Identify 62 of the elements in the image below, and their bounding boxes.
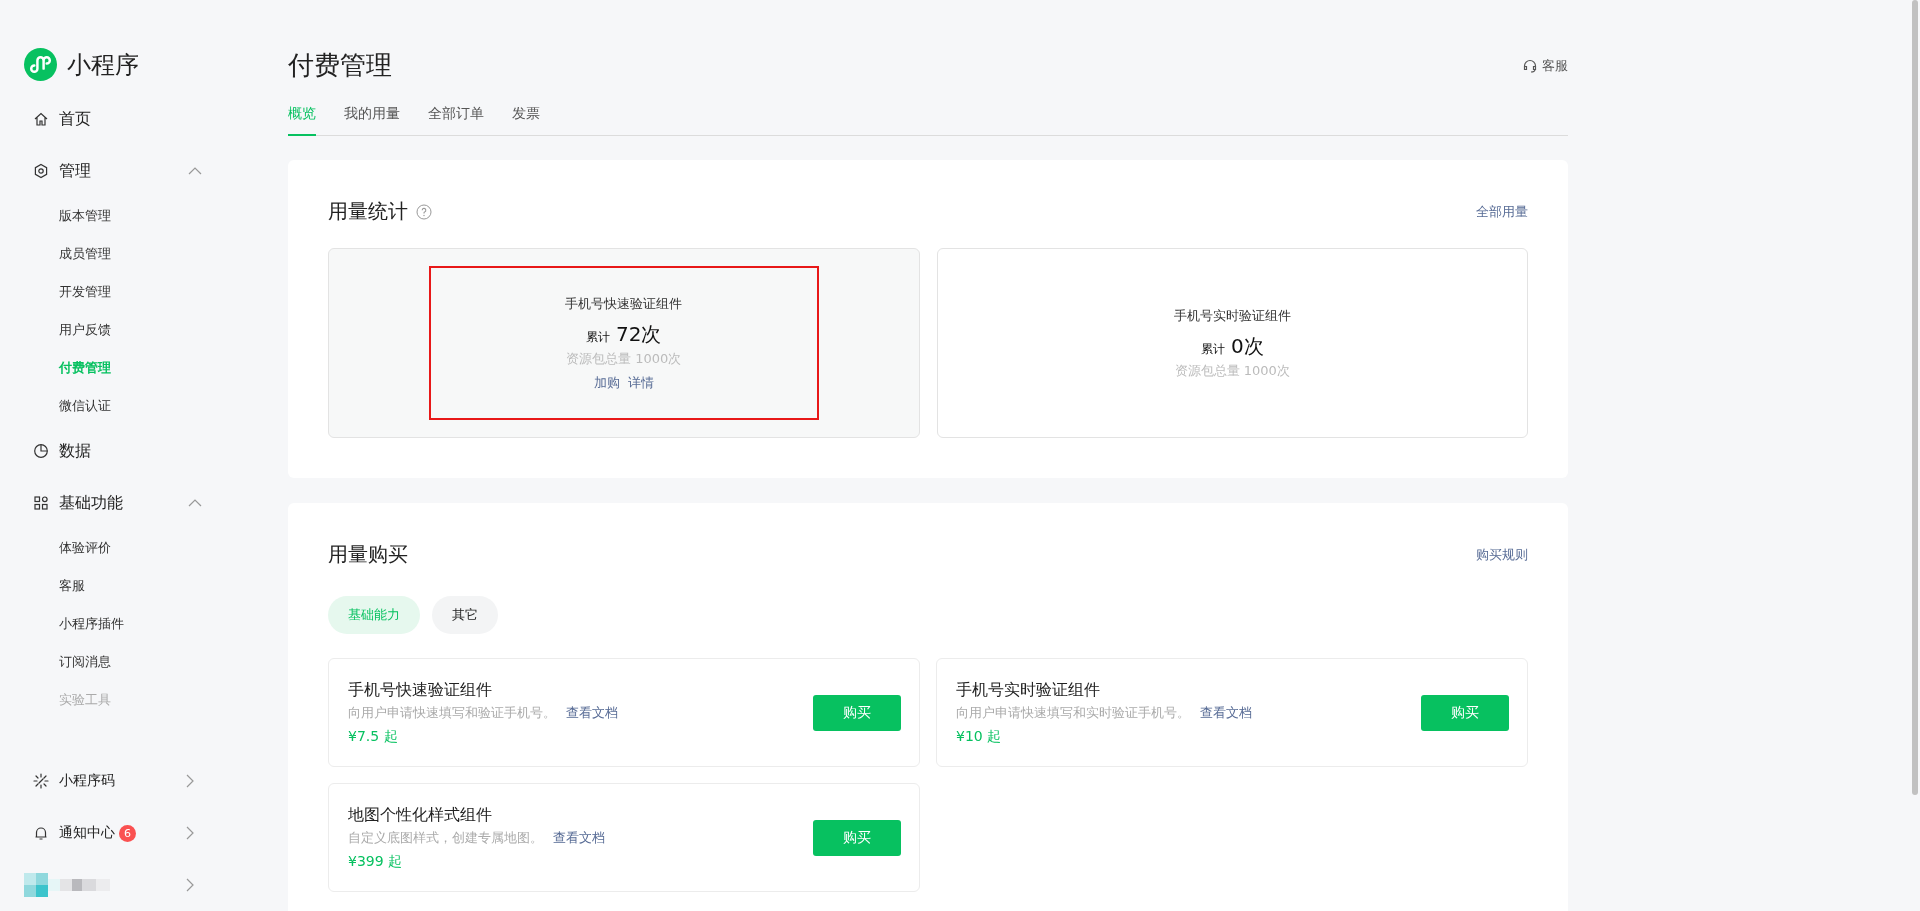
nav-subitem[interactable]: 客服 xyxy=(24,567,250,605)
nav-item[interactable]: 通知中心 xyxy=(59,824,115,842)
card-action-link[interactable]: 详情 xyxy=(627,373,654,392)
product-description: 自定义底图样式，创建专属地图。 xyxy=(348,828,543,847)
package-total: 资源包总量 1000次 xyxy=(566,349,682,368)
nav-subitem[interactable]: 开发管理 xyxy=(24,273,250,311)
product-price: ¥7.5 起 xyxy=(348,727,399,746)
filter-pill[interactable]: 其它 xyxy=(432,596,498,634)
help-icon xyxy=(416,203,432,220)
all-usage-link[interactable]: 全部用量 xyxy=(1476,202,1528,221)
sparkle-icon xyxy=(33,773,49,789)
scrollbar[interactable] xyxy=(1912,0,1918,795)
brand-name: 小程序 xyxy=(67,49,139,81)
product-price: ¥10 起 xyxy=(956,727,1003,746)
component-name: 手机号快速验证组件 xyxy=(565,294,683,313)
section-title: 用量统计 xyxy=(328,198,408,225)
notification-badge: 6 xyxy=(119,824,136,842)
nav-subitem[interactable]: 成员管理 xyxy=(24,235,250,273)
nav-subitem[interactable]: 体验评价 xyxy=(24,529,250,567)
page-title: 付费管理 xyxy=(288,49,392,82)
usage-count: 72次 xyxy=(616,320,662,348)
tab[interactable]: 全部订单 xyxy=(428,95,484,136)
chevron-right-icon xyxy=(186,826,194,840)
hexagon-icon xyxy=(33,163,49,179)
product-description: 向用户申请快速填写和验证手机号。 xyxy=(348,703,556,722)
logo-icon xyxy=(24,48,57,81)
customer-service-link[interactable]: 客服 xyxy=(1522,56,1568,75)
product-price: ¥399 起 xyxy=(348,852,404,871)
docs-link[interactable]: 查看文档 xyxy=(553,828,605,847)
chevron-right-icon xyxy=(186,878,194,892)
home-icon xyxy=(33,111,49,127)
product-name: 地图个性化样式组件 xyxy=(348,804,493,826)
card-action-link[interactable]: 加购 xyxy=(593,373,620,392)
purchase-rules-link[interactable]: 购买规则 xyxy=(1476,545,1528,564)
headset-icon xyxy=(1522,57,1538,74)
nav-item[interactable]: 数据 xyxy=(24,425,202,477)
pie-chart-icon xyxy=(33,443,49,459)
product-name: 手机号快速验证组件 xyxy=(348,679,493,701)
nav-item[interactable]: 小程序码 xyxy=(59,772,115,790)
product-description: 向用户申请快速填写和实时验证手机号。 xyxy=(956,703,1190,722)
grid-icon xyxy=(33,495,49,511)
nav-item[interactable]: 基础功能 xyxy=(24,477,202,529)
nav-subitem[interactable]: 微信认证 xyxy=(24,387,250,425)
chevron-right-icon xyxy=(186,774,194,788)
docs-link[interactable]: 查看文档 xyxy=(566,703,618,722)
bell-icon xyxy=(33,825,49,841)
nav-subitem[interactable]: 版本管理 xyxy=(24,197,250,235)
section-title: 用量购买 xyxy=(328,541,408,568)
component-name: 手机号实时验证组件 xyxy=(1173,306,1291,325)
docs-link[interactable]: 查看文档 xyxy=(1200,703,1252,722)
nav-item[interactable]: 首页 xyxy=(24,93,202,145)
tab[interactable]: 我的用量 xyxy=(344,95,400,136)
nav-subitem[interactable]: 用户反馈 xyxy=(24,311,250,349)
count-prefix: 累计 xyxy=(1200,340,1225,358)
usage-count: 0次 xyxy=(1230,332,1264,360)
tab[interactable]: 发票 xyxy=(512,95,540,136)
product-name: 手机号实时验证组件 xyxy=(956,679,1101,701)
package-total: 资源包总量 1000次 xyxy=(1174,361,1290,380)
count-prefix: 累计 xyxy=(586,328,610,346)
nav-subitem[interactable]: 小程序插件 xyxy=(24,605,250,643)
nav-subitem[interactable]: 订阅消息 xyxy=(24,643,250,681)
nav-item[interactable]: 管理 xyxy=(24,145,202,197)
